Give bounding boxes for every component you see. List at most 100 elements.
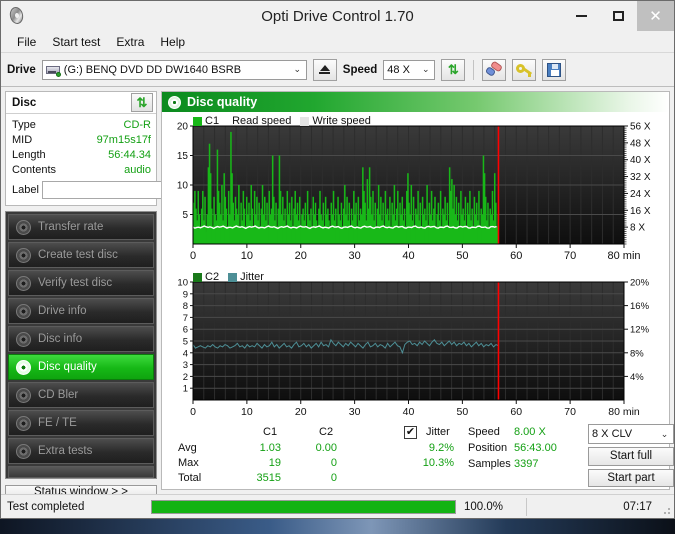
disc-row-value: 97m15s17f [96,133,151,146]
menu-help[interactable]: Help [152,33,193,51]
sidebar-item-drive-info[interactable]: Drive info [8,298,154,324]
sidebar-item-label: Create test disc [38,249,118,261]
svg-text:5: 5 [182,210,188,221]
refresh-icon: ⇅ [447,62,459,77]
resize-grip[interactable] [661,505,671,515]
sidebar-item-extra-tests[interactable]: Extra tests [8,438,154,464]
position-readout-value: 56:43.00 [514,442,557,454]
svg-text:0: 0 [190,250,196,262]
svg-text:2: 2 [183,372,188,383]
svg-text:20: 20 [295,250,307,262]
samples-readout-value: 3397 [514,458,539,470]
minimize-button[interactable] [563,1,600,31]
stats-c1-total: 3515 [256,472,281,484]
elapsed-time: 07:17 [623,500,652,513]
disc-row-key: Length [12,148,46,161]
svg-text:70: 70 [564,406,576,418]
sidebar-item-verify-test-disc[interactable]: Verify test disc [8,270,154,296]
c2-chart: C2 Jitter 1 2 3 4 5 6 7 8 9 10 4% 8% 12% 16% 20% 0 10 20 3… [162,270,669,422]
svg-text:60: 60 [510,406,522,418]
sidebar-item-create-test-disc[interactable]: Create test disc [8,242,154,268]
c1-chart: C1 Read speed Write speed 5 10 15 20 8 X 16 X… [162,114,669,266]
sidebar-item-label: CD Bler [38,389,79,401]
disc-row-value: audio [124,163,151,176]
disc-row-mid: MID 97m15s17f [12,132,151,147]
svg-text:80 min: 80 min [607,250,640,262]
c1-chart-legend: C1 Read speed Write speed [193,115,371,127]
stats-panel: C1 C2 ✔ Jitter Avg Max Total 1.03 19 351… [162,422,674,489]
svg-text:80 min: 80 min [608,406,640,418]
svg-text:70: 70 [564,250,576,262]
svg-text:3: 3 [183,360,188,371]
sidebar-item-label: Disc quality [38,361,97,373]
sidebar-item-label: Disc info [38,333,83,345]
refresh-button[interactable]: ⇅ [441,58,466,81]
toolbar: Drive (G:) BENQ DVD DD DW1640 BSRB ⌄ Spe… [1,53,674,87]
svg-text:32 X: 32 X [630,172,651,183]
drive-label: Drive [7,63,36,76]
close-button[interactable]: ✕ [637,1,674,31]
sidebar-item-disc-info[interactable]: Disc info [8,326,154,352]
svg-text:30: 30 [349,406,361,418]
sidebar-item-disc-quality[interactable]: Disc quality [8,354,154,380]
sidebar-item-transfer-rate[interactable]: Transfer rate [8,214,154,240]
title-bar: Opti Drive Control 1.70 ✕ [1,1,674,31]
content-panel: Disc quality C1 Read speed Write speed 5… [161,91,674,490]
disc-test-icon [16,443,31,459]
disc-row-value: CD-R [123,118,152,131]
sidebar-item-cd-bler[interactable]: CD Bler [8,382,154,408]
menu-start-test[interactable]: Start test [44,33,108,51]
stats-c1-avg: 1.03 [259,442,281,454]
window-controls: ✕ [563,1,674,31]
svg-text:6: 6 [183,325,188,336]
app-window: Opti Drive Control 1.70 ✕ File Start tes… [0,0,675,519]
toolbar-divider [473,59,475,80]
progress-bar [151,499,456,514]
disc-row-key: Type [12,118,36,131]
disc-test-icon [16,219,31,235]
stats-header-c2: C2 [319,426,334,438]
key-button[interactable] [512,58,537,81]
legend-swatch-write-speed [300,116,310,126]
svg-text:40: 40 [403,406,415,418]
legend-swatch-jitter [228,272,238,282]
disc-test-icon [16,303,31,319]
erase-button[interactable] [482,58,507,81]
svg-text:20: 20 [295,406,307,418]
write-strategy-select[interactable]: 8 X CLV ⌄ [588,424,674,444]
disc-refresh-button[interactable]: ⇅ [131,93,153,112]
disc-row-key: MID [12,133,33,146]
speed-select[interactable]: 48 X ⌄ [383,59,436,80]
jitter-checkbox[interactable]: ✔ [404,426,417,439]
sidebar-nav: Transfer rate Create test disc Verify te… [5,211,157,479]
drive-select[interactable]: (G:) BENQ DVD DD DW1640 BSRB ⌄ [41,59,307,80]
stats-c2-total: 0 [330,472,337,484]
svg-text:60: 60 [510,250,522,262]
start-full-button[interactable]: Start full [588,447,674,466]
eject-button[interactable] [312,58,337,81]
erase-icon [485,59,504,77]
close-icon: ✕ [649,7,662,25]
save-button[interactable] [542,58,567,81]
key-icon [516,63,533,77]
sidebar-item-label: Transfer rate [38,221,104,233]
menu-extra[interactable]: Extra [108,33,152,51]
c2-chart-canvas: 123456789104%8%12%16%20%0 10 20 30 40 50 60 70 8… [177,278,650,419]
svg-text:12%: 12% [630,325,650,336]
sidebar-item-fe-te[interactable]: FE / TE [8,410,154,436]
stats-jitter-max: 10.3% [422,457,454,469]
stats-readout: Speed Position Samples 8.00 X 56:43.00 3… [468,424,588,487]
maximize-button[interactable] [600,1,637,31]
refresh-icon: ⇅ [136,95,148,110]
menu-file[interactable]: File [9,33,44,51]
svg-text:30: 30 [349,250,361,262]
svg-text:0: 0 [190,406,196,418]
start-part-button[interactable]: Start part [588,468,674,487]
progress-percent: 100.0% [464,500,504,513]
legend-label-jitter: Jitter [240,271,264,283]
svg-text:10: 10 [241,406,253,418]
write-strategy-value: 8 X CLV [592,428,633,440]
svg-text:50: 50 [457,406,469,418]
menu-bar: File Start test Extra Help [1,31,674,53]
svg-text:8: 8 [183,301,188,312]
